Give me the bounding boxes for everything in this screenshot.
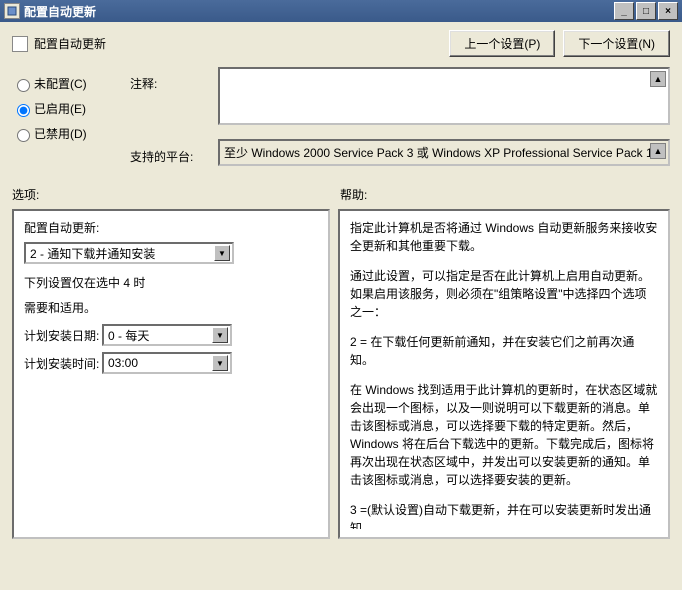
app-icon — [4, 3, 20, 19]
window-title: 配置自动更新 — [24, 3, 96, 20]
minimize-button[interactable]: _ — [614, 2, 634, 20]
options-note2: 需要和适用。 — [24, 299, 318, 316]
page-title: 配置自动更新 — [34, 35, 106, 52]
install-time-value: 03:00 — [108, 356, 138, 370]
install-time-label: 计划安装时间: — [24, 355, 102, 372]
next-setting-button[interactable]: 下一个设置(N) — [563, 30, 670, 57]
window-controls: _ □ × — [612, 2, 678, 20]
install-day-combo[interactable]: 0 - 每天 ▼ — [102, 324, 232, 346]
update-mode-combo[interactable]: 2 - 通知下载并通知安装 ▼ — [24, 242, 234, 264]
radio-disabled-label: 已禁用(D) — [34, 125, 87, 142]
radio-enabled-label: 已启用(E) — [34, 100, 86, 117]
install-day-label: 计划安装日期: — [24, 327, 102, 344]
scroll-up-icon[interactable]: ▲ — [650, 71, 666, 87]
platform-label: 支持的平台: — [130, 148, 210, 165]
options-note1: 下列设置仅在选中 4 时 — [24, 274, 318, 291]
prev-setting-button[interactable]: 上一个设置(P) — [449, 30, 555, 57]
install-time-combo[interactable]: 03:00 ▼ — [102, 352, 232, 374]
close-button[interactable]: × — [658, 2, 678, 20]
help-panel: 指定此计算机是否将通过 Windows 自动更新服务来接收安全更新和其他重要下载… — [338, 209, 670, 539]
options-label: 选项: — [12, 186, 340, 203]
page-heading: 配置自动更新 — [12, 35, 441, 52]
chevron-down-icon: ▼ — [212, 355, 228, 371]
radio-not-configured-label: 未配置(C) — [34, 75, 87, 92]
help-text: 2 = 在下载任何更新前通知，并在安装它们之前再次通知。 — [350, 333, 658, 369]
options-title: 配置自动更新: — [24, 219, 318, 236]
update-mode-value: 2 - 通知下载并通知安装 — [30, 245, 155, 262]
policy-icon — [12, 36, 28, 52]
help-text: 指定此计算机是否将通过 Windows 自动更新服务来接收安全更新和其他重要下载… — [350, 219, 658, 255]
scroll-up-icon[interactable]: ▲ — [650, 143, 666, 159]
help-text: 3 =(默认设置)自动下载更新，并在可以安装更新时发出通知 — [350, 501, 658, 529]
comment-label: 注释: — [130, 75, 210, 92]
help-text: 在 Windows 找到适用于此计算机的更新时，在状态区域就会出现一个图标，以及… — [350, 381, 658, 489]
comment-textarea[interactable]: ▲ — [218, 67, 670, 125]
radio-disabled[interactable] — [17, 129, 30, 142]
help-label: 帮助: — [340, 186, 367, 203]
radio-not-configured[interactable] — [17, 79, 30, 92]
supported-platform-text: 至少 Windows 2000 Service Pack 3 或 Windows… — [224, 146, 653, 160]
help-text: 通过此设置，可以指定是否在此计算机上启用自动更新。如果启用该服务，则必须在"组策… — [350, 267, 658, 321]
options-panel: 配置自动更新: 2 - 通知下载并通知安装 ▼ 下列设置仅在选中 4 时 需要和… — [12, 209, 330, 539]
maximize-button[interactable]: □ — [636, 2, 656, 20]
supported-platform-box: 至少 Windows 2000 Service Pack 3 或 Windows… — [218, 139, 670, 166]
install-day-value: 0 - 每天 — [108, 327, 149, 344]
chevron-down-icon: ▼ — [212, 327, 228, 343]
chevron-down-icon: ▼ — [214, 245, 230, 261]
titlebar: 配置自动更新 _ □ × — [0, 0, 682, 22]
radio-enabled[interactable] — [17, 104, 30, 117]
